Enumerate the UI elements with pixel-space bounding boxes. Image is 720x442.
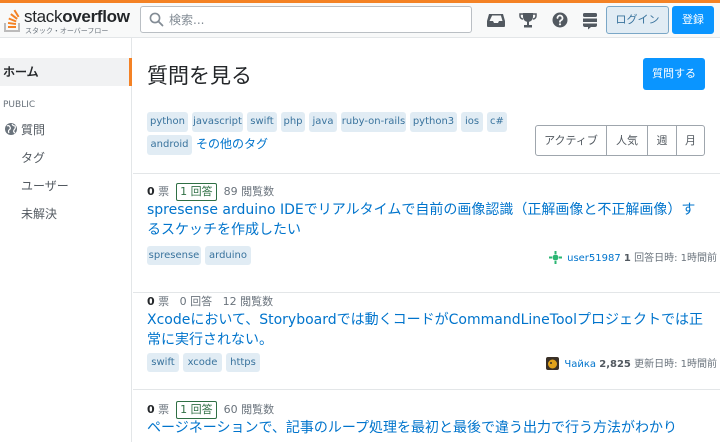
question-tag[interactable]: xcode [183, 353, 222, 372]
question-stats: 0 票 1 回答 60 閲覧数 [147, 401, 274, 419]
question-tag[interactable]: swift [147, 353, 179, 372]
popular-tag-android[interactable]: android [147, 135, 192, 155]
avatar[interactable] [546, 357, 560, 370]
question-stats: 0 票 0 回答 12 閲覧数 [147, 295, 274, 308]
stackoverflow-logo-icon [4, 9, 20, 32]
globe-icon [5, 123, 17, 135]
question-title-link[interactable]: spresense arduino IDEでリアルタイムで自前の画像認識（正解画… [147, 200, 707, 240]
question-tag[interactable]: spresense [147, 246, 201, 265]
popular-tag-python3[interactable]: python3 [410, 112, 457, 132]
help-icon[interactable] [550, 10, 570, 30]
question-tag[interactable]: arduino [205, 246, 251, 265]
search-icon [149, 12, 164, 27]
popular-tag-swift[interactable]: swift [247, 112, 277, 132]
popular-tag-ios[interactable]: ios [461, 112, 483, 132]
sidebar-section-public: PUBLIC [3, 100, 36, 110]
top-bar: stackoverflow スタック・オーバーフロー ログイン 登録 [0, 0, 720, 38]
popular-tag-csharp[interactable]: c# [487, 112, 507, 132]
search-input[interactable] [169, 7, 467, 32]
filter-month[interactable]: 月 [676, 125, 705, 156]
logo[interactable]: stackoverflow スタック・オーバーフロー [2, 6, 132, 38]
filter-popular[interactable]: 人気 [606, 125, 648, 156]
more-tags-link[interactable]: その他のタグ [196, 135, 268, 152]
login-button[interactable]: ログイン [606, 6, 669, 34]
question-meta: user51987 1 回答日時: 1時間前 [548, 249, 717, 264]
ask-question-button[interactable]: 質問する [643, 58, 705, 90]
question-summary: 0 票 1 回答 89 閲覧数 spresense arduino IDEでリア… [147, 183, 717, 283]
timestamp: 更新日時: 1時間前 [634, 359, 717, 370]
popular-tag-python[interactable]: python [147, 112, 188, 132]
signup-button[interactable]: 登録 [672, 6, 714, 34]
sidebar-item-users[interactable]: ユーザー [21, 177, 69, 194]
search-box[interactable] [140, 6, 472, 33]
logo-text: stackoverflow [24, 7, 130, 26]
user-link[interactable]: Чайка [564, 359, 596, 370]
popular-tag-php[interactable]: php [281, 112, 305, 132]
question-title-link[interactable]: Xcodeにおいて、Storyboardでは動くコードがCommandLineT… [147, 310, 707, 350]
reputation: 1 [623, 253, 631, 264]
reputation: 2,825 [599, 359, 631, 370]
user-link[interactable]: user51987 [567, 253, 621, 264]
inbox-icon[interactable] [486, 10, 506, 30]
divider [133, 173, 720, 174]
popular-tag-java[interactable]: java [309, 112, 337, 132]
question-meta: Чайка 2,825 更新日時: 1時間前 [546, 355, 717, 370]
timestamp: 回答日時: 1時間前 [634, 253, 717, 264]
page-title: 質問を見る [147, 64, 252, 88]
question-tag[interactable]: https [226, 353, 260, 372]
divider [133, 389, 720, 390]
left-sidebar: ホーム PUBLIC 質問 タグ ユーザー 未解決 [0, 38, 132, 442]
logo-subtitle: スタック・オーバーフロー [25, 27, 109, 35]
sidebar-item-questions[interactable]: 質問 [21, 121, 45, 138]
answer-count-badge: 1 回答 [176, 401, 217, 419]
filter-week[interactable]: 週 [647, 125, 677, 156]
sidebar-item-unanswered[interactable]: 未解決 [21, 205, 57, 222]
avatar[interactable] [548, 251, 562, 264]
filter-active[interactable]: アクティブ [535, 125, 607, 156]
stack-exchange-icon[interactable] [580, 10, 600, 30]
question-title-link[interactable]: ページネーションで、記事のループ処理を最初と最後で違う出力で行う方法がわかり [147, 418, 717, 438]
main-content: 質問を見る 質問する python javascript swift php j… [133, 38, 720, 442]
popular-tag-javascript[interactable]: javascript [192, 112, 243, 132]
question-summary: 0 票 1 回答 60 閲覧数 ページネーションで、記事のループ処理を最初と最後… [147, 401, 717, 442]
answer-count-badge: 1 回答 [176, 183, 217, 201]
sidebar-item-home[interactable]: ホーム [0, 58, 132, 86]
trophy-icon[interactable] [518, 10, 538, 30]
sidebar-item-tags[interactable]: タグ [21, 149, 45, 166]
question-stats: 0 票 1 回答 89 閲覧数 [147, 183, 274, 201]
popular-tag-ruby-on-rails[interactable]: ruby-on-rails [341, 112, 406, 132]
question-summary: 0 票 0 回答 12 閲覧数 Xcodeにおいて、Storyboardでは動く… [147, 293, 717, 393]
